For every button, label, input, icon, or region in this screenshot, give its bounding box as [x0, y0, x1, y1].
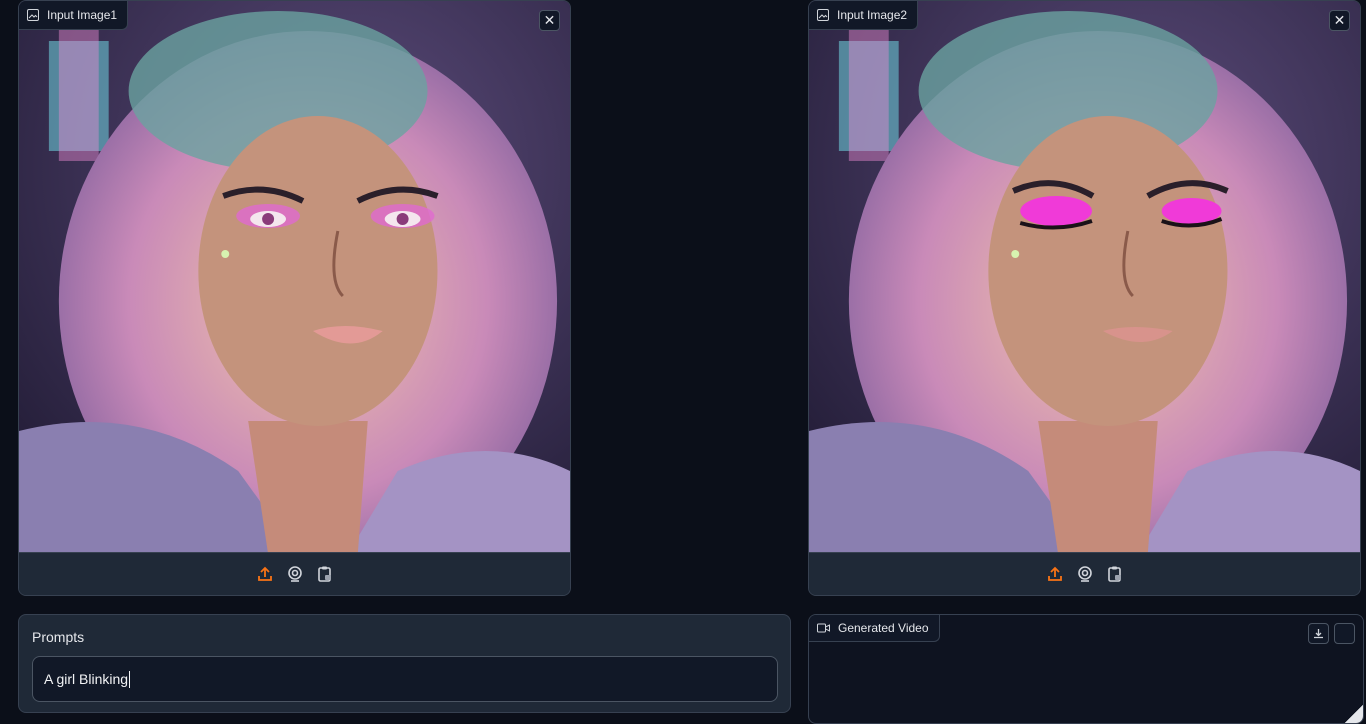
input-image-2-panel: Input Image2 ✕ — [808, 0, 1361, 596]
resize-handle[interactable] — [1343, 703, 1363, 723]
input-image-1-label: Input Image1 — [47, 8, 118, 22]
video-icon — [817, 623, 830, 633]
webcam-icon[interactable] — [286, 565, 304, 583]
generated-video-label: Generated Video — [838, 621, 929, 635]
video-actions — [1308, 623, 1355, 644]
webcam-icon[interactable] — [1076, 565, 1094, 583]
text-caret — [129, 670, 131, 688]
input-image-2-label: Input Image2 — [837, 8, 908, 22]
portrait-image-open-eyes — [19, 1, 570, 554]
upload-icon[interactable] — [1046, 565, 1064, 583]
close-icon[interactable]: ✕ — [539, 10, 560, 31]
portrait-image-closed-eyes — [809, 1, 1360, 554]
input-image-2-toolbar — [809, 552, 1360, 595]
prompts-panel: Prompts A girl Blinking — [18, 614, 791, 713]
close-icon[interactable]: ✕ — [1329, 10, 1350, 31]
image-icon — [817, 9, 829, 21]
input-image-2-label-tab: Input Image2 — [809, 1, 919, 30]
prompt-input-value: A girl Blinking — [44, 671, 129, 687]
input-image-1-toolbar — [19, 552, 570, 595]
input-image-1[interactable] — [19, 1, 570, 554]
clipboard-icon[interactable] — [1106, 565, 1124, 583]
image-icon — [27, 9, 39, 21]
clipboard-icon[interactable] — [316, 565, 334, 583]
generated-video-label-tab: Generated Video — [809, 615, 940, 642]
input-image-1-panel: Input Image1 ✕ — [18, 0, 571, 596]
download-icon[interactable] — [1308, 623, 1329, 644]
input-image-1-label-tab: Input Image1 — [19, 1, 129, 30]
upload-icon[interactable] — [256, 565, 274, 583]
input-image-2[interactable] — [809, 1, 1360, 554]
prompt-input[interactable]: A girl Blinking — [32, 656, 778, 702]
prompts-label: Prompts — [32, 629, 85, 645]
fullscreen-icon[interactable] — [1334, 623, 1355, 644]
generated-video-panel: Generated Video — [808, 614, 1364, 724]
